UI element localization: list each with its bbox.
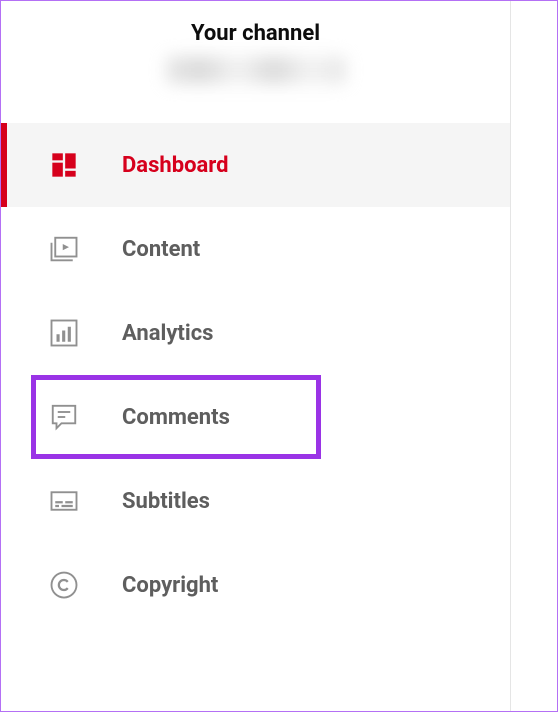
channel-header: Your channel (1, 1, 510, 103)
copyright-icon (46, 567, 82, 603)
channel-title: Your channel (1, 21, 510, 46)
content-icon (46, 231, 82, 267)
nav-item-analytics[interactable]: Analytics (1, 291, 510, 375)
nav-label-analytics: Analytics (122, 321, 213, 346)
nav-item-content[interactable]: Content (1, 207, 510, 291)
dashboard-icon (46, 147, 82, 183)
nav-item-subtitles[interactable]: Subtitles (1, 459, 510, 543)
comments-icon (46, 399, 82, 435)
app-frame: Your channel Dashboard (0, 0, 558, 712)
subtitles-icon (46, 483, 82, 519)
nav-label-content: Content (122, 237, 200, 262)
nav-item-comments[interactable]: Comments (1, 375, 510, 459)
channel-name-blurred (166, 56, 346, 84)
nav-item-dashboard[interactable]: Dashboard (1, 123, 510, 207)
nav-list: Dashboard Content (1, 123, 510, 627)
right-gutter (511, 1, 557, 711)
nav-label-subtitles: Subtitles (122, 489, 210, 514)
nav-label-dashboard: Dashboard (122, 153, 229, 178)
analytics-icon (46, 315, 82, 351)
nav-item-copyright[interactable]: Copyright (1, 543, 510, 627)
nav-label-copyright: Copyright (122, 573, 218, 598)
sidebar: Your channel Dashboard (1, 1, 511, 711)
nav-label-comments: Comments (122, 405, 230, 430)
